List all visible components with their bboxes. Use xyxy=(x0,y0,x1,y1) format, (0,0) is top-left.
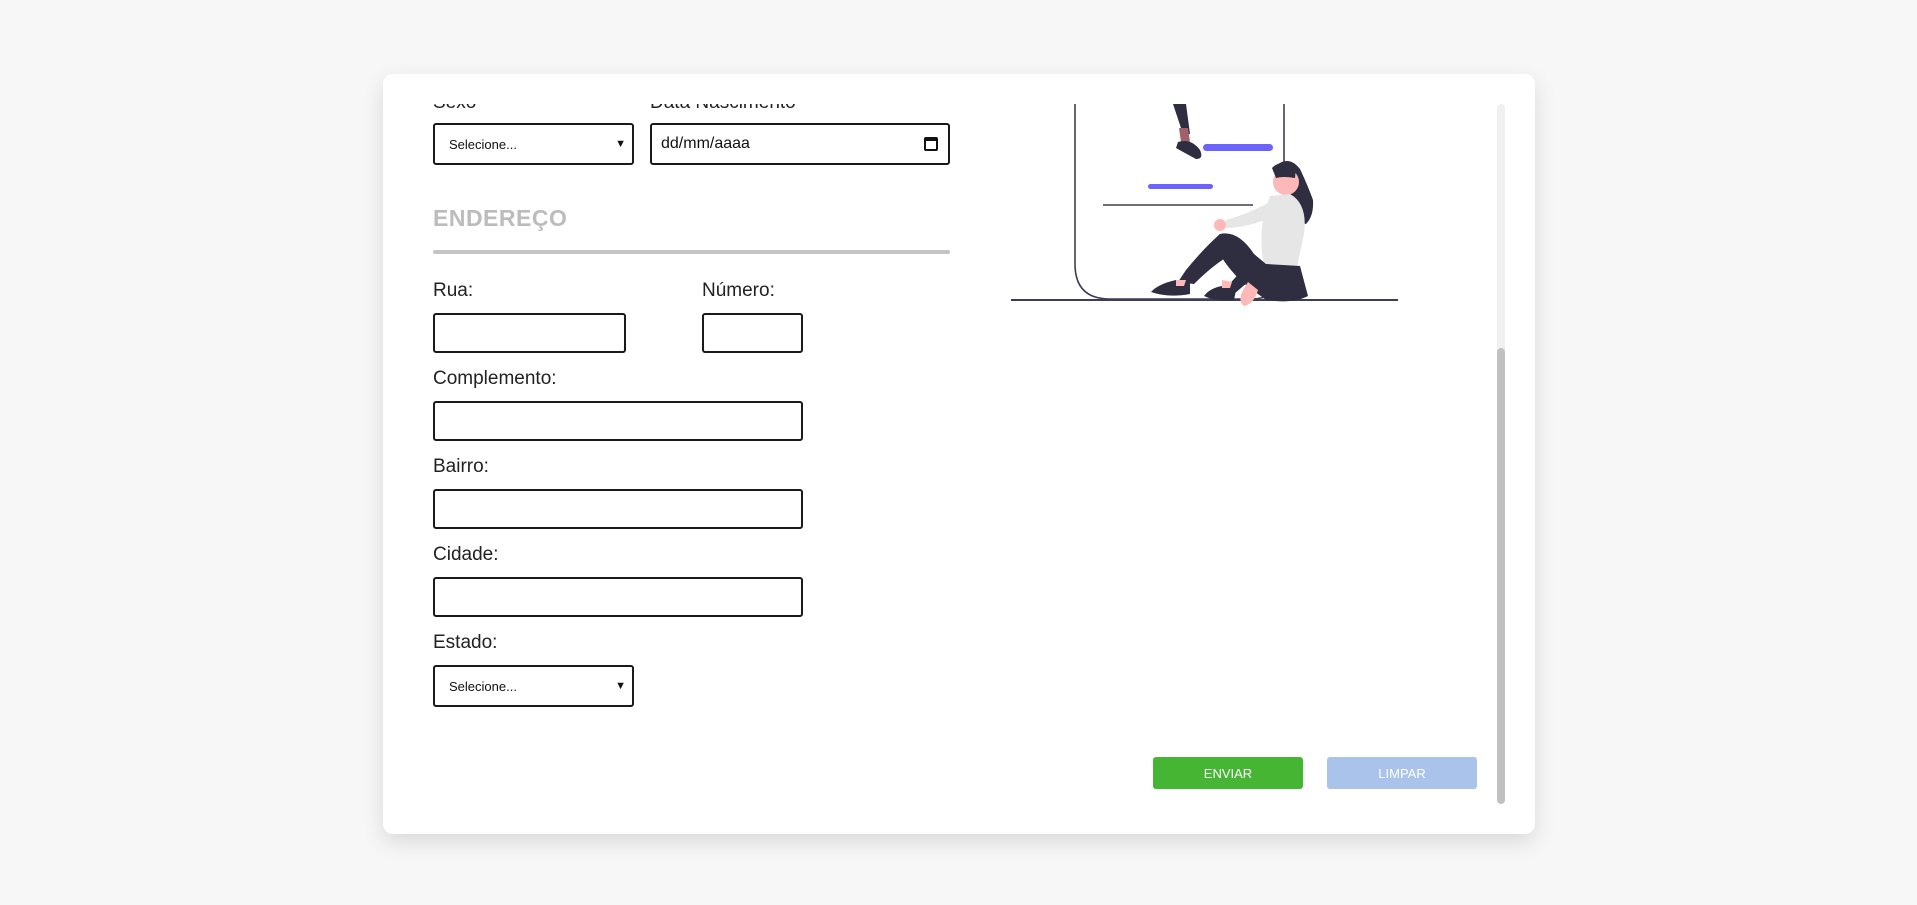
estado-label: Estado: xyxy=(433,632,498,653)
illustration-woman-sitting xyxy=(1011,104,1398,306)
section-divider xyxy=(433,250,950,254)
bairro-input[interactable] xyxy=(433,489,803,529)
numero-label: Número: xyxy=(702,280,775,301)
complemento-input[interactable] xyxy=(433,401,803,441)
scrollbar-thumb[interactable] xyxy=(1497,348,1505,804)
sexo-select-value: Selecione... xyxy=(449,136,517,152)
data-nascimento-input[interactable]: dd/mm/aaaa xyxy=(650,123,950,165)
cidade-label: Cidade: xyxy=(433,544,499,565)
sexo-label: Sexo xyxy=(433,104,476,114)
chevron-down-icon: ▼ xyxy=(615,680,626,692)
vertical-scrollbar[interactable] xyxy=(1497,104,1505,804)
enviar-button[interactable]: ENVIAR xyxy=(1153,757,1303,789)
data-nascimento-label: Data Nascimento xyxy=(650,104,796,114)
rua-input[interactable] xyxy=(433,313,626,353)
limpar-button[interactable]: LIMPAR xyxy=(1327,757,1477,789)
estado-select[interactable]: Selecione... ▼ xyxy=(433,665,634,707)
rua-label: Rua: xyxy=(433,280,474,301)
form-scroll-area: Sexo Selecione... ▼ Data Nascimento dd/m… xyxy=(383,104,1499,804)
data-nascimento-value: dd/mm/aaaa xyxy=(661,135,750,152)
endereco-section-title: ENDEREÇO xyxy=(433,205,568,231)
cidade-input[interactable] xyxy=(433,577,803,617)
estado-select-value: Selecione... xyxy=(449,678,517,694)
sexo-select[interactable]: Selecione... ▼ xyxy=(433,123,634,165)
registration-card: Sexo Selecione... ▼ Data Nascimento dd/m… xyxy=(383,74,1535,834)
calendar-icon[interactable] xyxy=(924,137,938,151)
bairro-label: Bairro: xyxy=(433,456,489,477)
numero-input[interactable] xyxy=(702,313,803,353)
chevron-down-icon: ▼ xyxy=(615,138,626,150)
complemento-label: Complemento: xyxy=(433,368,557,389)
